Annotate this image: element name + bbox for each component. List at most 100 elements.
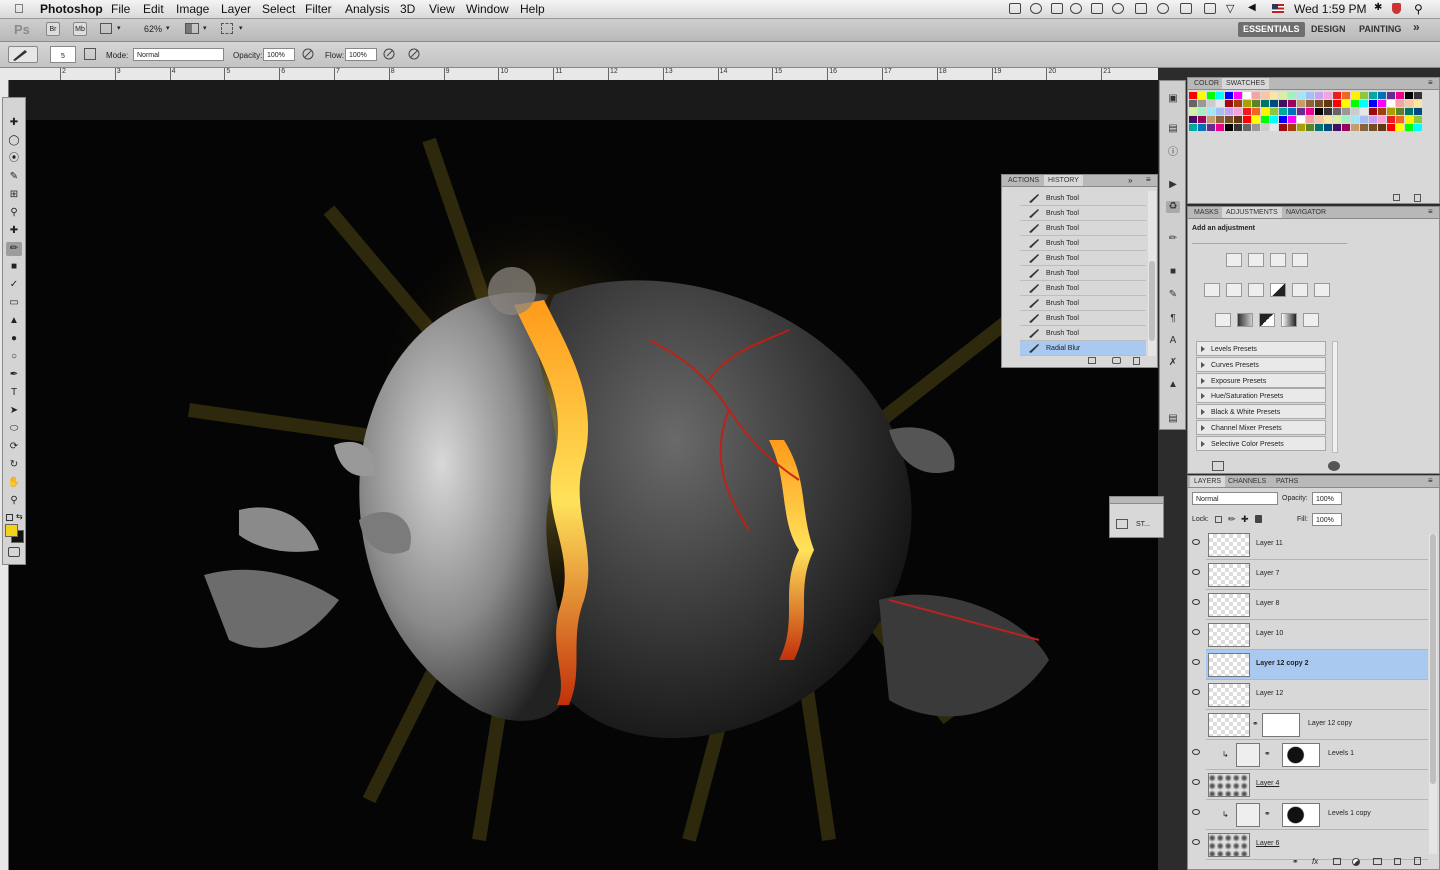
eye-icon[interactable]: [1192, 569, 1200, 575]
color-swatch[interactable]: [1378, 108, 1386, 115]
color-swatch[interactable]: [1207, 116, 1215, 123]
tool-presets-dock-icon[interactable]: ✎: [1166, 289, 1180, 301]
invert-icon[interactable]: [1215, 313, 1231, 327]
color-swatch[interactable]: [1405, 116, 1413, 123]
color-swatch[interactable]: [1324, 92, 1332, 99]
pressure-opacity-icon[interactable]: [302, 47, 314, 60]
layer-mask-thumbnail[interactable]: [1282, 743, 1320, 767]
menu-image[interactable]: Image: [176, 2, 209, 16]
chain-link-icon[interactable]: ⚭: [1264, 809, 1271, 818]
tab-masks[interactable]: MASKS: [1190, 207, 1223, 218]
color-swatch[interactable]: [1342, 108, 1350, 115]
color-swatch[interactable]: [1333, 92, 1341, 99]
styles-icon[interactable]: [1116, 519, 1128, 529]
color-swatch[interactable]: [1378, 124, 1386, 131]
color-swatch[interactable]: [1369, 92, 1377, 99]
zoom-level[interactable]: 62%: [144, 24, 162, 34]
color-swatch[interactable]: [1252, 108, 1260, 115]
move-tool-icon[interactable]: ✚: [6, 116, 22, 130]
dashboard-tray-icon[interactable]: [1112, 3, 1124, 14]
eraser-tool-icon[interactable]: ▭: [6, 296, 22, 310]
eye-icon[interactable]: [1192, 539, 1200, 545]
color-swatch[interactable]: [1387, 116, 1395, 123]
color-swatch[interactable]: [1342, 124, 1350, 131]
preset-visibility-icon[interactable]: [1328, 461, 1340, 471]
lock-all-icon[interactable]: [1255, 515, 1262, 523]
black-white-icon[interactable]: [1270, 283, 1286, 297]
quick-mask-icon[interactable]: [8, 547, 20, 557]
color-swatch[interactable]: [1387, 124, 1395, 131]
color-swatch[interactable]: [1243, 100, 1251, 107]
color-swatch[interactable]: [1189, 108, 1197, 115]
color-swatch[interactable]: [1198, 92, 1206, 99]
layer-row[interactable]: ↳ ⚭ Levels 1: [1192, 740, 1428, 770]
sync-tray-icon[interactable]: [1070, 3, 1082, 14]
color-swatch[interactable]: [1261, 92, 1269, 99]
color-swatch[interactable]: [1216, 92, 1224, 99]
type-tool-icon[interactable]: T: [6, 386, 22, 400]
swap-colors-icon[interactable]: ⇆: [16, 512, 23, 521]
eye-icon[interactable]: [1192, 629, 1200, 635]
font-tray-icon[interactable]: [1051, 3, 1063, 14]
color-swatch[interactable]: [1234, 100, 1242, 107]
color-swatch[interactable]: [1252, 92, 1260, 99]
color-swatch[interactable]: [1261, 116, 1269, 123]
tab-swatches[interactable]: SWATCHES: [1222, 78, 1269, 89]
delete-swatch-icon[interactable]: [1414, 194, 1421, 202]
color-swatch[interactable]: [1216, 100, 1224, 107]
color-swatch[interactable]: [1315, 92, 1323, 99]
lock-transparent-icon[interactable]: [1215, 516, 1222, 523]
eyedropper-tool-icon[interactable]: ⚲: [6, 206, 22, 220]
blend-mode-select[interactable]: Normal: [1192, 492, 1278, 505]
color-swatch[interactable]: [1315, 124, 1323, 131]
history-state[interactable]: Brush Tool: [1020, 221, 1146, 236]
color-swatch[interactable]: [1288, 100, 1296, 107]
brush-panel-toggle-icon[interactable]: [84, 48, 96, 60]
layer-row[interactable]: Layer 11: [1192, 530, 1428, 560]
color-swatch[interactable]: [1342, 100, 1350, 107]
camera-tray-icon[interactable]: [1009, 3, 1021, 14]
zoom-tool-icon[interactable]: ⚲: [6, 494, 22, 508]
brightness-contrast-icon[interactable]: [1226, 253, 1242, 267]
eye-icon[interactable]: [1192, 749, 1200, 755]
link-layers-icon[interactable]: ⚭: [1292, 857, 1299, 866]
menu-help[interactable]: Help: [520, 2, 545, 16]
tab-history[interactable]: HISTORY: [1044, 175, 1083, 186]
arrange-documents-icon[interactable]: [185, 23, 199, 34]
color-swatch[interactable]: [1414, 108, 1422, 115]
color-swatch[interactable]: [1297, 124, 1305, 131]
color-swatch[interactable]: [1261, 124, 1269, 131]
document-canvas[interactable]: [9, 80, 1158, 870]
color-swatch[interactable]: [1252, 100, 1260, 107]
layer-row[interactable]: ⚭ Layer 12 copy: [1206, 710, 1428, 740]
color-swatch[interactable]: [1234, 116, 1242, 123]
flow-field[interactable]: 100%: [345, 48, 377, 61]
quick-select-tool-icon[interactable]: ✎: [6, 170, 22, 184]
color-swatch[interactable]: [1306, 116, 1314, 123]
color-swatch[interactable]: [1234, 124, 1242, 131]
layers-scrollbar[interactable]: [1429, 534, 1437, 854]
eye-icon[interactable]: [1192, 599, 1200, 605]
color-swatch[interactable]: [1189, 100, 1197, 107]
channel-mixer-icon[interactable]: [1314, 283, 1330, 297]
history-state[interactable]: Brush Tool: [1020, 266, 1146, 281]
color-swatch[interactable]: [1324, 108, 1332, 115]
color-swatch[interactable]: [1405, 92, 1413, 99]
color-swatch[interactable]: [1387, 100, 1395, 107]
history-brush-tool-icon[interactable]: ✓: [6, 278, 22, 292]
fill-field[interactable]: 100%: [1312, 513, 1342, 526]
histogram-dock-icon[interactable]: ▤: [1166, 123, 1180, 135]
color-swatch[interactable]: [1378, 116, 1386, 123]
color-swatch[interactable]: [1306, 124, 1314, 131]
color-swatch[interactable]: [1315, 116, 1323, 123]
color-swatch[interactable]: [1387, 108, 1395, 115]
vibrance-icon[interactable]: [1204, 283, 1220, 297]
apple-icon[interactable]: : [14, 1, 24, 16]
color-swatch[interactable]: [1306, 92, 1314, 99]
color-swatch[interactable]: [1351, 116, 1359, 123]
history-state[interactable]: Brush Tool: [1020, 191, 1146, 206]
dodge-tool-icon[interactable]: ○: [6, 350, 22, 364]
color-swatch[interactable]: [1270, 124, 1278, 131]
tab-color[interactable]: COLOR: [1190, 78, 1223, 89]
color-swatch[interactable]: [1252, 116, 1260, 123]
